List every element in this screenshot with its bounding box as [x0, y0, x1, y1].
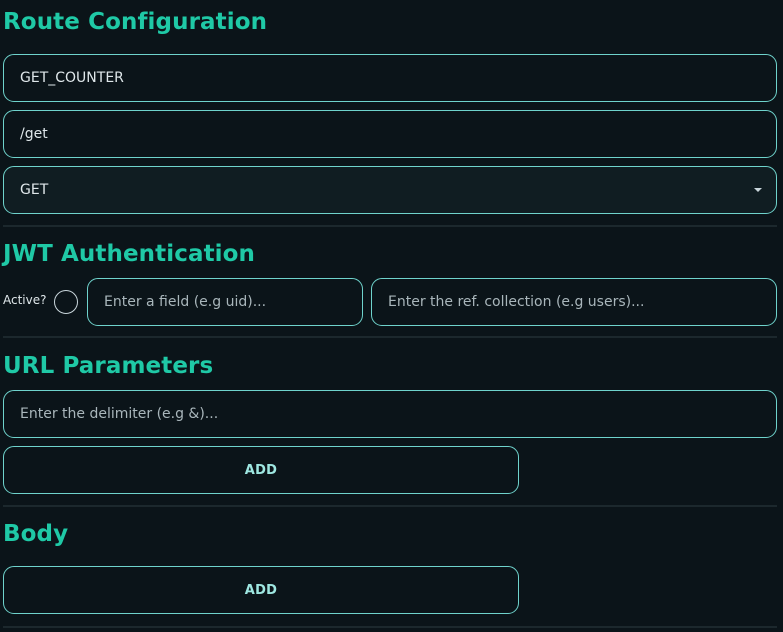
- jwt-field-input[interactable]: Enter a field (e.g uid)...: [87, 278, 363, 326]
- url-parameters-heading: URL Parameters: [3, 353, 214, 379]
- jwt-field-placeholder: Enter a field (e.g uid)...: [104, 294, 267, 310]
- http-method-value: GET: [20, 182, 49, 198]
- jwt-active-label: Active?: [3, 293, 47, 307]
- jwt-collection-input[interactable]: Enter the ref. collection (e.g users)...: [371, 278, 777, 326]
- route-path-value: /get: [20, 126, 48, 142]
- http-method-select[interactable]: GET: [3, 166, 777, 214]
- body-add-button[interactable]: ADD: [3, 566, 519, 614]
- section-divider: [3, 505, 777, 507]
- chevron-down-icon: [754, 188, 762, 192]
- url-delimiter-placeholder: Enter the delimiter (e.g &)...: [20, 406, 219, 422]
- url-parameters-add-button[interactable]: ADD: [3, 446, 519, 494]
- jwt-active-radio[interactable]: [54, 290, 78, 314]
- route-name-value: GET_COUNTER: [20, 70, 124, 86]
- route-path-input[interactable]: /get: [3, 110, 777, 158]
- section-divider: [3, 225, 777, 227]
- section-divider: [3, 626, 777, 628]
- route-name-input[interactable]: GET_COUNTER: [3, 54, 777, 102]
- url-delimiter-input[interactable]: Enter the delimiter (e.g &)...: [3, 390, 777, 438]
- route-configuration-heading: Route Configuration: [3, 9, 268, 35]
- section-divider: [3, 336, 777, 338]
- body-heading: Body: [3, 521, 69, 547]
- jwt-authentication-heading: JWT Authentication: [3, 241, 256, 267]
- route-editor: Route Configuration GET_COUNTER /get GET…: [0, 0, 783, 632]
- jwt-collection-placeholder: Enter the ref. collection (e.g users)...: [388, 294, 645, 310]
